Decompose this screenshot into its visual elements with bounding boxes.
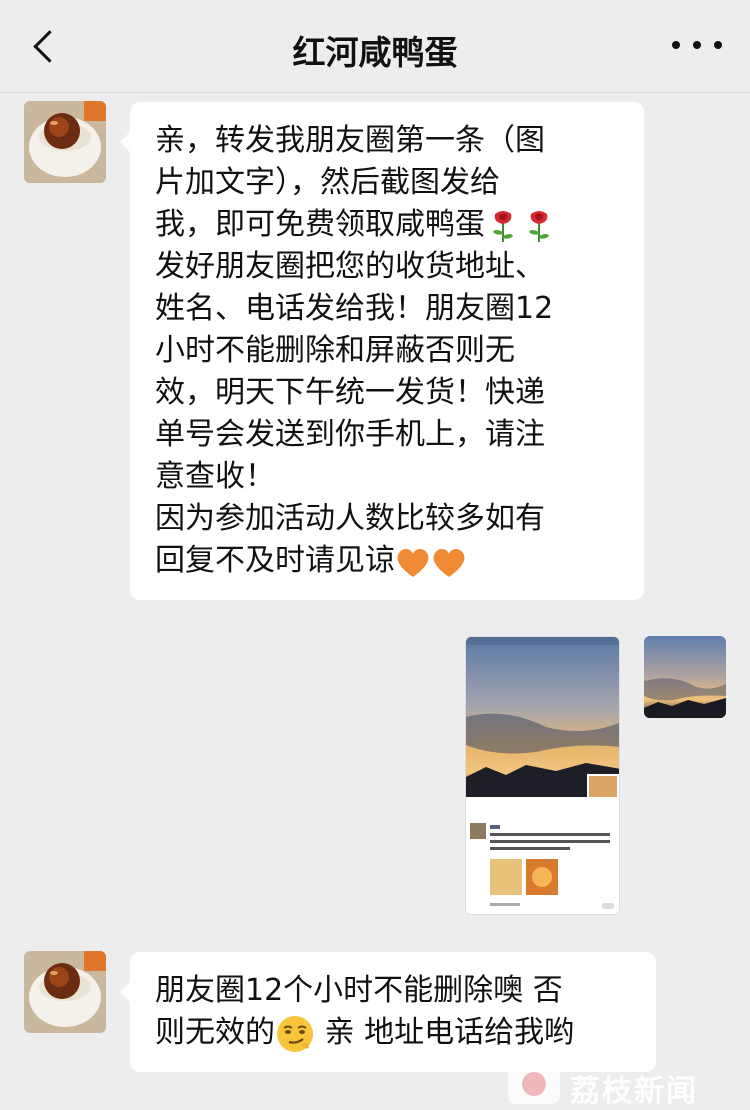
message-line: 发好朋友圈把您的收货地址、 <box>155 249 545 284</box>
message-line: 亲 地址电话给我哟 <box>315 1015 575 1050</box>
moments-screenshot-image[interactable] <box>465 636 620 915</box>
message-line: 我，即可免费领取咸鸭蛋 <box>155 207 485 242</box>
message-line: 单号会发送到你手机上，请注 <box>155 417 545 452</box>
message-line: 意查收！ <box>155 459 275 494</box>
more-options-icon[interactable] <box>672 30 722 60</box>
message-line-with-emoji: 则无效的 亲 地址电话给我哟 <box>155 1012 631 1054</box>
message-line: 效，明天下午统一发货！快递 <box>155 375 545 410</box>
smirk-emoji-icon <box>277 1015 313 1052</box>
message-line: 姓名、电话发给我！朋友圈12 <box>155 291 554 326</box>
contact-avatar[interactable] <box>24 101 106 183</box>
message-line: 片加文字），然后截图发给 <box>155 165 500 200</box>
message-bubble[interactable]: 亲，转发我朋友圈第一条（图 片加文字），然后截图发给 我，即可免费领取咸鸭蛋 发… <box>120 102 644 600</box>
message-line: 亲，转发我朋友圈第一条（图 <box>155 123 545 158</box>
rose-emoji-icon <box>529 210 549 242</box>
salted-egg-icon <box>24 951 106 1033</box>
message-line: 朋友圈12个小时不能删除噢 否 <box>155 973 563 1008</box>
orange-heart-emoji-icon <box>433 548 465 577</box>
orange-heart-emoji-icon <box>397 548 429 577</box>
self-avatar[interactable] <box>644 636 726 718</box>
message-line: 则无效的 <box>155 1015 275 1050</box>
sunset-avatar-icon <box>644 636 726 718</box>
message-line: 因为参加活动人数比较多如有 <box>155 501 545 536</box>
chat-title: 红河咸鸭蛋 <box>292 33 458 72</box>
message-line-with-emoji: 我，即可免费领取咸鸭蛋 <box>155 204 619 246</box>
message-line-with-emoji: 回复不及时请见谅 <box>155 540 619 582</box>
screenshot-graphic <box>466 637 619 914</box>
top-bar: 红河咸鸭蛋 <box>0 0 750 93</box>
contact-avatar[interactable] <box>24 951 106 1033</box>
rose-emoji-icon <box>493 210 513 242</box>
salted-egg-icon <box>24 101 106 183</box>
message-bubble[interactable]: 朋友圈12个小时不能删除噢 否 则无效的 亲 地址电话给我哟 <box>120 952 656 1072</box>
watermark-text: 荔枝新闻 <box>570 1074 698 1109</box>
message-line: 小时不能删除和屏蔽否则无 <box>155 333 515 368</box>
message-line: 回复不及时请见谅 <box>155 543 395 578</box>
